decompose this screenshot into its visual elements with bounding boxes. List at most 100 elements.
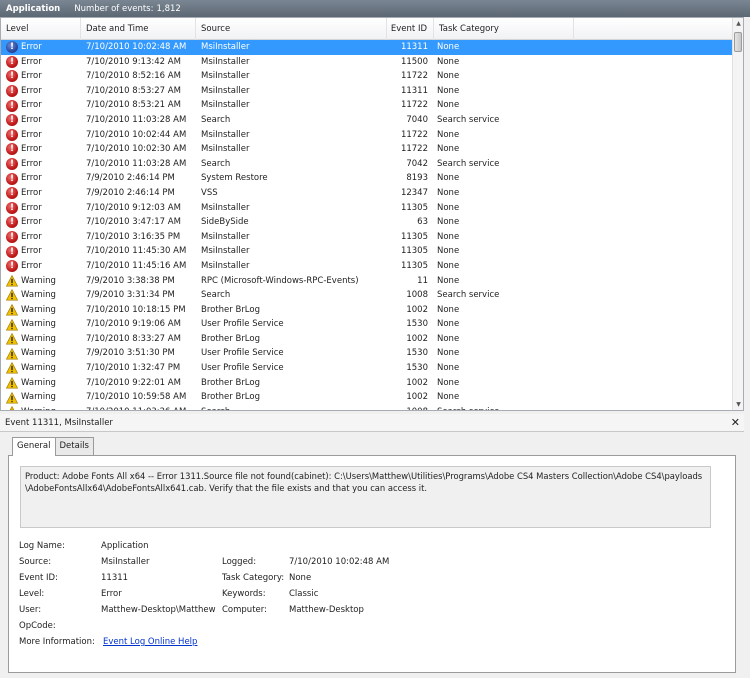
error-icon: !: [6, 99, 18, 112]
warning-icon: [5, 347, 19, 360]
table-row[interactable]: ! Error 7/10/2010 9:12:03 AM MsiInstaller 11…: [1, 201, 733, 216]
warning-icon: [5, 318, 19, 331]
column-header-level[interactable]: Level: [1, 18, 81, 40]
level-label: Level:: [19, 589, 45, 599]
date-time-cell: 7/9/2010 3:38:38 PM: [86, 275, 175, 286]
computer-value: Matthew-Desktop: [289, 605, 364, 615]
table-row[interactable]: ! Error 7/10/2010 11:03:28 AM Search 7040 Sea…: [1, 113, 733, 128]
source-cell: Brother BrLog: [201, 377, 260, 388]
level-cell: Error: [21, 144, 42, 155]
date-time-cell: 7/10/2010 8:33:27 AM: [86, 333, 181, 344]
error-icon: !: [6, 85, 18, 98]
vertical-scrollbar[interactable]: ▲ ▼: [732, 18, 743, 410]
source-cell: User Profile Service: [201, 348, 284, 359]
close-icon[interactable]: ✕: [731, 414, 740, 432]
table-row[interactable]: ! Error 7/10/2010 10:02:48 AM MsiInstaller 1…: [1, 40, 733, 55]
details-tabs: General Details: [12, 437, 94, 456]
level-cell: Error: [21, 246, 42, 257]
task-category-cell: None: [437, 100, 460, 111]
event-id-cell: 11305: [400, 246, 428, 257]
table-row[interactable]: ! Error 7/10/2010 8:52:16 AM MsiInstaller 11…: [1, 69, 733, 84]
table-row[interactable]: ! Error 7/9/2010 2:46:14 PM System Restore 8…: [1, 171, 733, 186]
table-row[interactable]: Warning 7/9/2010 3:38:38 PM RPC (Microsoft…: [1, 274, 733, 289]
source-cell: Brother BrLog: [201, 304, 260, 315]
date-time-cell: 7/10/2010 10:02:30 AM: [86, 144, 187, 155]
level-cell: Error: [21, 187, 42, 198]
date-time-cell: 7/9/2010 2:46:14 PM: [86, 173, 175, 184]
table-row[interactable]: Warning 7/9/2010 3:51:30 PM User Profile S…: [1, 346, 733, 361]
details-pane-title: Event 11311, MsiInstaller ✕: [0, 414, 744, 432]
tab-details[interactable]: Details: [54, 437, 94, 455]
table-row[interactable]: ! Error 7/10/2010 10:02:44 AM MsiInstaller 1…: [1, 128, 733, 143]
task-category-value: None: [289, 573, 312, 583]
source-value: MsiInstaller: [101, 557, 150, 567]
level-cell: Error: [21, 129, 42, 140]
table-row[interactable]: ! Error 7/10/2010 11:45:30 AM MsiInstaller 1…: [1, 244, 733, 259]
date-time-cell: 7/10/2010 9:19:06 AM: [86, 319, 181, 330]
source-cell: RPC (Microsoft-Windows-RPC-Events): [201, 275, 359, 286]
task-category-cell: Search service: [437, 290, 500, 301]
error-icon: !: [6, 158, 18, 171]
source-cell: Brother BrLog: [201, 392, 260, 403]
date-time-cell: 7/10/2010 11:03:26 AM: [86, 405, 198, 410]
event-description[interactable]: Product: Adobe Fonts All x64 -- Error 13…: [20, 466, 711, 528]
table-row[interactable]: ! Error 7/10/2010 11:03:28 AM Search 7042 Sea…: [1, 157, 733, 172]
table-row[interactable]: Warning 7/10/2010 10:59:58 AM Brother BrLo…: [1, 390, 733, 405]
task-category-cell: None: [437, 363, 460, 374]
table-row[interactable]: ! Error 7/10/2010 3:47:17 AM SideBySide 63 No…: [1, 215, 733, 230]
column-header-source[interactable]: Source: [196, 18, 387, 40]
column-header-date[interactable]: Date and Time: [81, 18, 196, 40]
table-row[interactable]: Warning 7/10/2010 8:33:27 AM Brother BrLog…: [1, 332, 733, 347]
table-row[interactable]: ! Error 7/10/2010 8:53:21 AM MsiInstaller 11…: [1, 98, 733, 113]
error-icon: !: [6, 231, 18, 244]
details-title-text: Event 11311, MsiInstaller: [5, 418, 113, 428]
table-row[interactable]: ! Error 7/10/2010 9:13:42 AM MsiInstaller 11…: [1, 55, 733, 70]
event-count-value: 1,812: [156, 3, 181, 14]
tab-general[interactable]: General: [12, 437, 56, 456]
warning-icon: [6, 405, 18, 410]
date-time-cell: 7/10/2010 10:02:44 AM: [86, 129, 187, 140]
date-time-cell: 7/10/2010 10:18:15 PM: [86, 304, 186, 315]
level-cell: Warning: [21, 348, 56, 359]
error-icon: !: [6, 41, 18, 54]
date-time-cell: 7/10/2010 9:12:03 AM: [86, 202, 181, 213]
table-row[interactable]: Warning 7/10/2010 10:18:15 PM Brother BrLo…: [1, 303, 733, 318]
scroll-up-icon[interactable]: ▲: [733, 18, 743, 29]
date-time-cell: 7/10/2010 11:45:30 AM: [86, 246, 187, 257]
source-cell: MsiInstaller: [201, 202, 250, 213]
level-cell: Warning: [21, 377, 56, 388]
warning-icon: [5, 289, 19, 301]
column-header-task-category[interactable]: Task Category: [434, 18, 574, 40]
event-id-cell: 11722: [400, 144, 428, 155]
source-cell: System Restore: [201, 173, 268, 184]
event-id-cell: 11305: [400, 202, 428, 213]
table-row[interactable]: ! Error 7/9/2010 2:46:14 PM VSS 12347 None: [1, 186, 733, 201]
table-row[interactable]: ! Error 7/10/2010 3:16:35 PM MsiInstaller 11…: [1, 230, 733, 245]
column-header-event-id[interactable]: Event ID: [387, 18, 434, 40]
scrollbar-thumb[interactable]: [734, 32, 742, 52]
logged-value: 7/10/2010 10:02:48 AM: [289, 557, 390, 567]
table-row[interactable]: ! Error 7/10/2010 8:53:27 AM MsiInstaller 11…: [1, 84, 733, 99]
level-cell: Warning: [21, 405, 79, 410]
source-cell: MsiInstaller: [201, 144, 250, 155]
event-id-cell: 11305: [400, 260, 428, 271]
table-row[interactable]: Warning 7/10/2010 11:03:26 AMSearch1008 Se…: [1, 405, 733, 410]
log-name-title: Application: [6, 3, 61, 14]
source-cell: MsiInstaller: [201, 85, 250, 96]
task-category-cell: None: [437, 260, 460, 271]
error-icon: !: [6, 70, 18, 83]
table-row[interactable]: Warning 7/10/2010 1:32:47 PM User Profile …: [1, 361, 733, 376]
table-row[interactable]: ! Error 7/10/2010 11:45:16 AM MsiInstaller 1…: [1, 259, 733, 274]
event-id-cell: 8193: [406, 173, 428, 184]
event-id-label: Event ID:: [19, 573, 58, 583]
event-id-cell: 11311: [400, 42, 428, 52]
error-icon: !: [6, 260, 18, 273]
table-row[interactable]: Warning 7/9/2010 3:31:34 PM Search 1008 Sear…: [1, 288, 733, 303]
table-row[interactable]: Warning 7/10/2010 9:19:06 AM User Profile …: [1, 317, 733, 332]
table-row[interactable]: ! Error 7/10/2010 10:02:30 AM MsiInstaller 1…: [1, 142, 733, 157]
log-header-bar: Application Number of events: 1,812: [0, 0, 750, 17]
event-log-online-help-link[interactable]: Event Log Online Help: [103, 637, 197, 647]
event-id-value: 11311: [101, 573, 129, 583]
scroll-down-icon[interactable]: ▼: [733, 399, 743, 410]
table-row[interactable]: Warning 7/10/2010 9:22:01 AM Brother BrLog…: [1, 376, 733, 391]
